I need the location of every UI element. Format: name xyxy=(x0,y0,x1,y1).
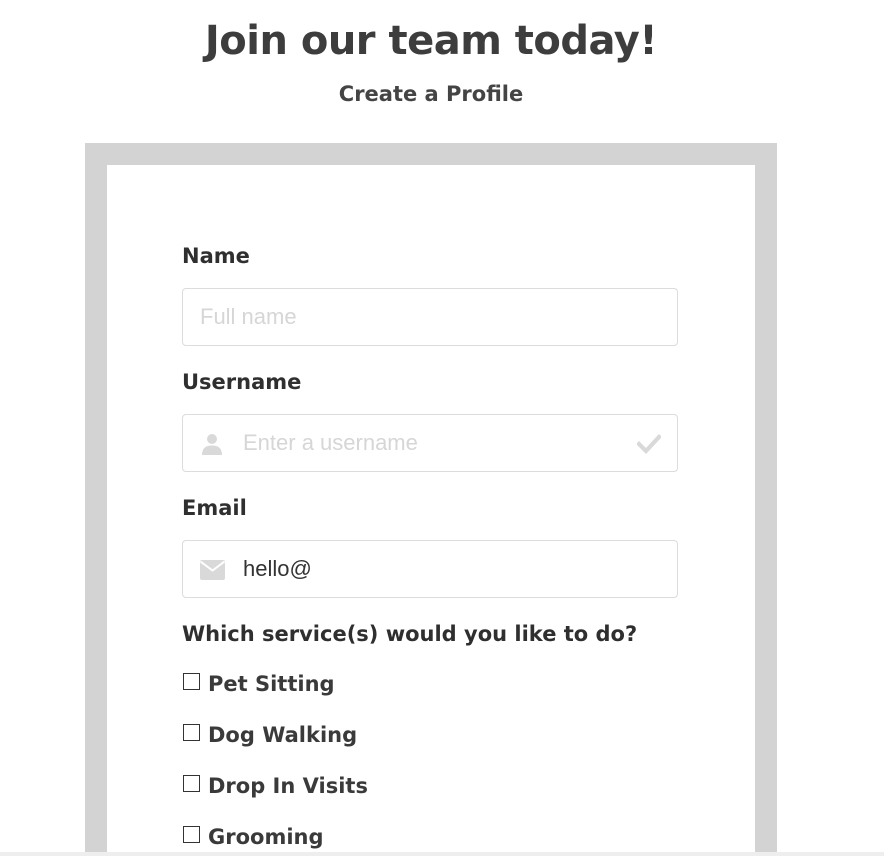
dog-walking-label: Dog Walking xyxy=(208,723,358,747)
name-field[interactable] xyxy=(182,288,678,346)
name-label: Name xyxy=(182,244,250,268)
page-title: Join our team today! xyxy=(204,18,658,64)
service-option-grooming[interactable]: Grooming xyxy=(183,823,324,851)
drop-in-visits-checkbox[interactable] xyxy=(183,774,200,792)
page: Join our team today! Create a Profile Na… xyxy=(0,0,884,856)
email-input[interactable] xyxy=(243,541,663,597)
user-icon xyxy=(200,432,224,456)
username-field[interactable] xyxy=(182,414,678,472)
drop-in-visits-label: Drop In Visits xyxy=(208,774,368,798)
pet-sitting-checkbox[interactable] xyxy=(183,672,200,690)
username-input[interactable] xyxy=(243,415,623,471)
email-label: Email xyxy=(182,496,247,520)
form-frame: Name Username xyxy=(85,143,777,856)
services-question: Which service(s) would you like to do? xyxy=(182,622,638,646)
service-option-pet-sitting[interactable]: Pet Sitting xyxy=(183,670,335,698)
envelope-icon xyxy=(199,560,226,584)
form-card: Name Username xyxy=(107,165,755,856)
page-subtitle: Create a Profile xyxy=(338,82,524,106)
grooming-label: Grooming xyxy=(208,825,324,849)
grooming-checkbox[interactable] xyxy=(183,825,200,843)
dog-walking-checkbox[interactable] xyxy=(183,723,200,741)
name-input[interactable] xyxy=(200,289,660,345)
checkmark-icon xyxy=(636,433,662,455)
service-option-drop-in-visits[interactable]: Drop In Visits xyxy=(183,772,368,800)
service-option-dog-walking[interactable]: Dog Walking xyxy=(183,721,357,749)
email-field[interactable] xyxy=(182,540,678,598)
horizontal-scrollbar[interactable] xyxy=(0,852,884,856)
pet-sitting-label: Pet Sitting xyxy=(208,672,335,696)
username-label: Username xyxy=(182,370,302,394)
